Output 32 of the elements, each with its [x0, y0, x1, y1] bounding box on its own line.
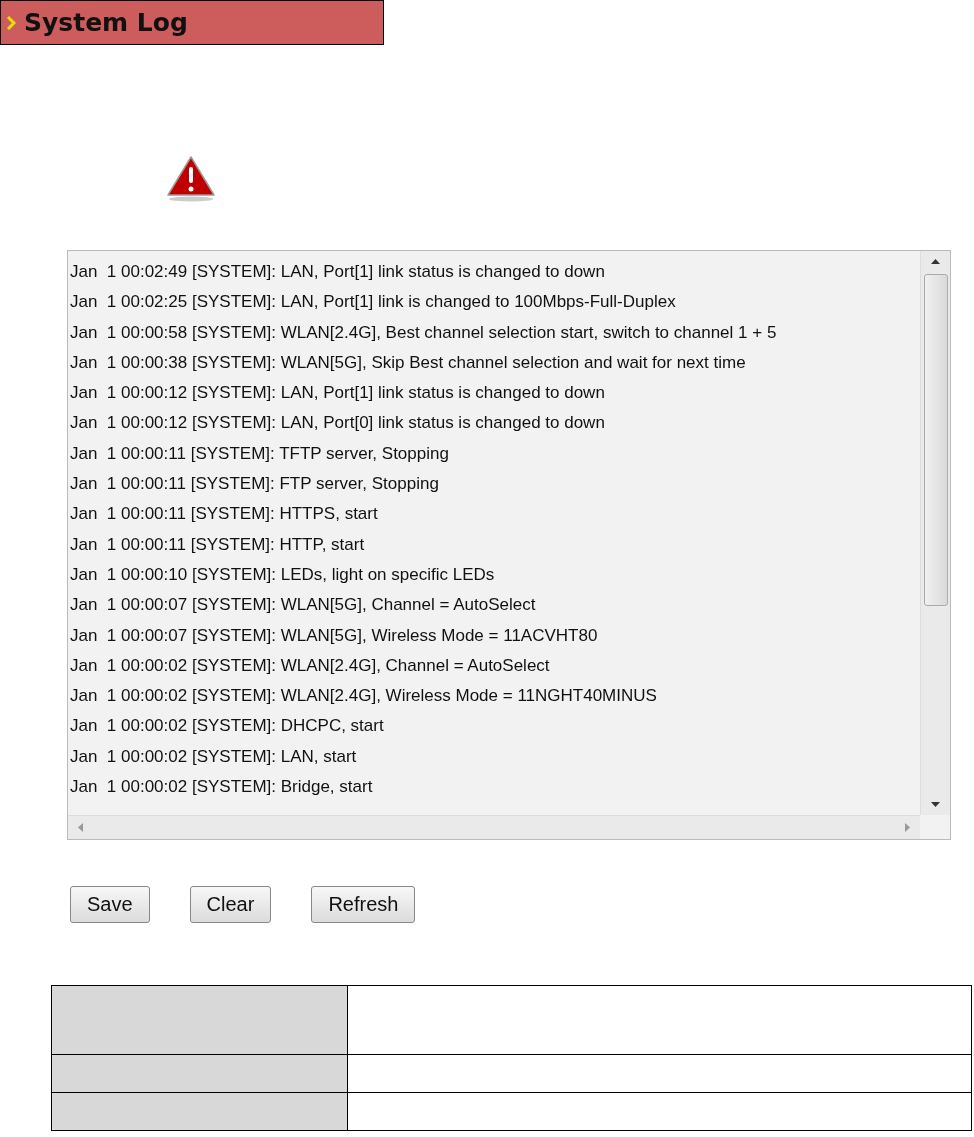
- warning-icon: [166, 155, 216, 202]
- chevron-icon: [6, 15, 16, 30]
- log-line: Jan 1 00:00:02 [SYSTEM]: WLAN[2.4G], Wireless Mode = 11NGHT40MINUS: [70, 685, 658, 708]
- scroll-right-icon[interactable]: [905, 823, 910, 832]
- log-line: Jan 1 00:00:07 [SYSTEM]: WLAN[5G], Wireless Mode = 11ACVHT80: [70, 624, 599, 647]
- action-button[interactable]: Clear: [189, 886, 272, 923]
- horizontal-scrollbar[interactable]: [68, 815, 920, 839]
- log-line: Jan 1 00:02:49 [SYSTEM]: LAN, Port[1] link status is changed to down: [70, 261, 606, 283]
- log-line: Jan 1 00:00:02 [SYSTEM]: DHCPC, start: [70, 715, 385, 738]
- log-line: Jan 1 00:00:10 [SYSTEM]: LEDs, light on specific LEDs: [70, 563, 496, 586]
- vertical-scrollbar[interactable]: [920, 251, 950, 815]
- log-line: Jan 1 00:00:12 [SYSTEM]: LAN, Port[1] link status is changed to down: [70, 382, 606, 405]
- scroll-thumb[interactable]: [923, 274, 948, 606]
- log-line: Jan 1 00:00:11 [SYSTEM]: HTTPS, start: [70, 503, 379, 526]
- log-line: Jan 1 00:00:38 [SYSTEM]: WLAN[5G], Skip Best channel selection and wait for next time: [70, 351, 747, 374]
- log-line: Jan 1 00:00:11 [SYSTEM]: FTP server, Stopping: [70, 473, 440, 496]
- log-line: Jan 1 00:00:11 [SYSTEM]: TFTP server, Stopping: [70, 442, 450, 465]
- log-line: Jan 1 00:00:58 [SYSTEM]: WLAN[2.4G], Best channel selection start, switch to channel 1 + 5: [70, 321, 778, 344]
- log-line: Jan 1 00:00:02 [SYSTEM]: Bridge, start: [70, 776, 374, 799]
- log-line: Jan 1 00:00:12 [SYSTEM]: LAN, Port[0] link status is changed to down: [70, 412, 606, 435]
- section-title: System Log: [24, 8, 188, 37]
- action-button[interactable]: Refresh: [311, 886, 416, 923]
- log-line: Jan 1 00:00:11 [SYSTEM]: HTTP, start: [70, 533, 366, 556]
- scroll-up-icon[interactable]: [931, 259, 940, 264]
- action-button[interactable]: Save: [70, 886, 150, 923]
- scroll-left-icon[interactable]: [78, 823, 83, 832]
- log-line: Jan 1 00:00:02 [SYSTEM]: LAN, start: [70, 745, 358, 768]
- log-line: Jan 1 00:00:02 [SYSTEM]: WLAN[2.4G], Channel = AutoSelect: [70, 654, 551, 677]
- log-line: Jan 1 00:02:25 [SYSTEM]: LAN, Port[1] link is changed to 100Mbps-Full-Duplex: [70, 291, 677, 314]
- log-area[interactable]: [67, 250, 951, 840]
- log-line: Jan 1 00:00:07 [SYSTEM]: WLAN[5G], Channel = AutoSelect: [70, 594, 537, 617]
- scroll-down-icon[interactable]: [931, 802, 940, 807]
